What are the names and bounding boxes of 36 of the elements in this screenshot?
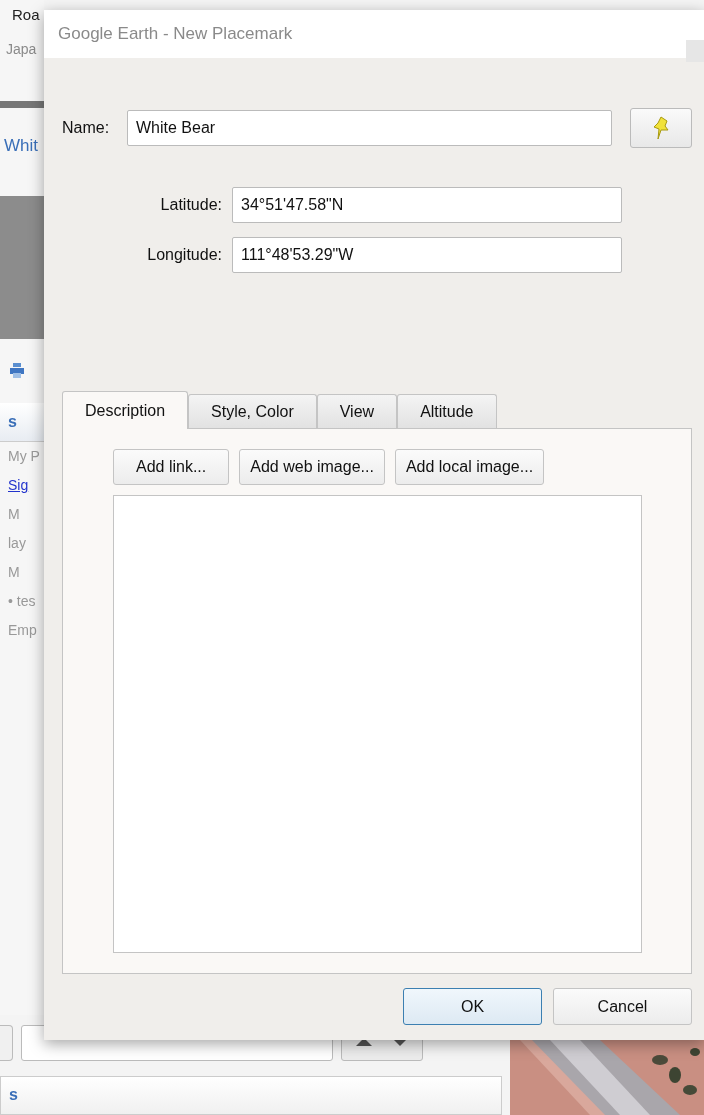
ok-button[interactable]: OK — [403, 988, 542, 1025]
sign-in-link[interactable]: Sig — [8, 471, 29, 500]
name-label: Name: — [62, 119, 111, 137]
longitude-field[interactable]: 111°48'53.29"W — [232, 237, 622, 273]
longitude-label: Longitude: — [146, 246, 222, 264]
list-item: • tes — [8, 592, 36, 611]
tab[interactable]: Altitude — [397, 394, 497, 428]
print-icon[interactable] — [10, 363, 24, 379]
panel-heading: s — [8, 413, 17, 431]
description-field[interactable] — [113, 495, 642, 953]
tab[interactable]: Description — [62, 391, 189, 429]
add-button[interactable]: Add local image... — [394, 449, 545, 485]
list-item: My P — [8, 447, 40, 466]
cancel-button[interactable]: Cancel — [553, 988, 692, 1025]
side-button[interactable] — [0, 1025, 13, 1062]
name-field[interactable]: White Bear — [127, 110, 612, 146]
close-button[interactable] — [686, 40, 704, 62]
road-text: Roa — [12, 6, 41, 23]
latitude-label: Latitude: — [159, 196, 222, 214]
list-item: M — [8, 563, 20, 582]
list-item: lay — [8, 534, 26, 553]
list-item: M — [8, 505, 20, 524]
up-arrow-icon — [356, 1038, 372, 1049]
tab[interactable]: View — [316, 394, 398, 428]
search-hint: Japa — [6, 41, 38, 57]
tab[interactable]: Style, Color — [188, 394, 317, 428]
toolbar-bar — [0, 101, 44, 108]
add-button[interactable]: Add web image... — [239, 449, 385, 485]
section-heading: s — [9, 1086, 18, 1105]
add-button[interactable]: Add link... — [113, 449, 230, 485]
pin-button[interactable] — [630, 108, 692, 148]
pushpin-icon — [652, 116, 670, 140]
place-title: Whit — [4, 136, 39, 156]
list-item: Emp — [8, 621, 37, 640]
window-title: Google Earth - New Placemark — [58, 24, 293, 44]
latitude-field[interactable]: 34°51'47.58"N — [232, 187, 622, 223]
